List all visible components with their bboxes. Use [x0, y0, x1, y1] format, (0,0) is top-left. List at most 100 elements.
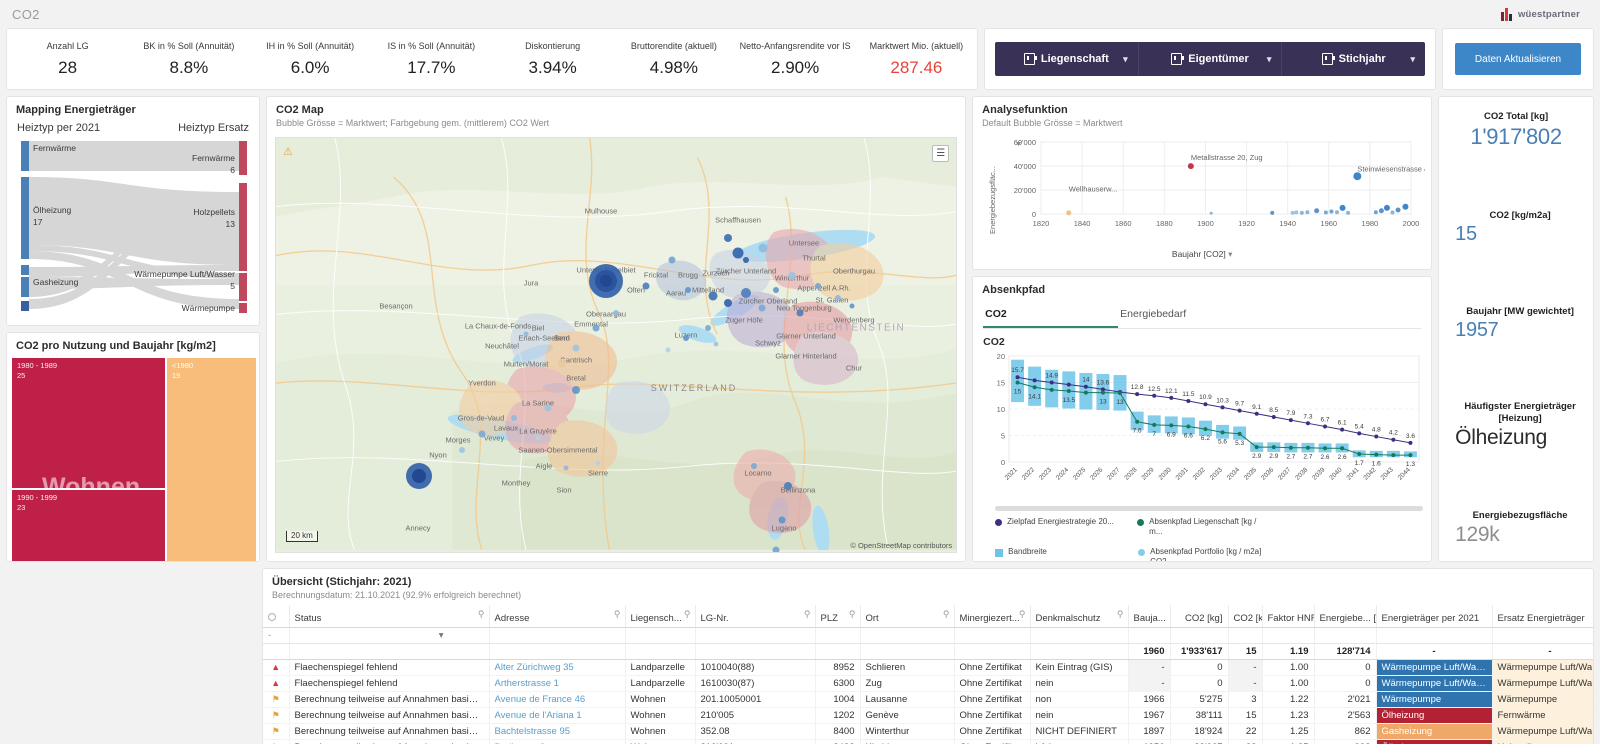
chevron-down-icon[interactable]: ▾ — [1410, 54, 1415, 65]
map-bubble[interactable] — [758, 304, 766, 312]
map-bubble[interactable] — [835, 295, 841, 301]
table-header-status[interactable]: Status ⚲ — [289, 605, 490, 628]
map-bubble[interactable] — [778, 516, 786, 524]
map-bubble[interactable] — [708, 291, 718, 301]
table-row[interactable]: ▲ Flaechenspiegel fehlend Artherstrasse 1L… — [263, 675, 1593, 692]
map-bubble[interactable] — [743, 257, 749, 263]
filter-cell[interactable] — [1376, 627, 1493, 644]
table-header-minergiezert-[interactable]: Minergiezert... ⚲ — [954, 605, 1031, 628]
map-canvas[interactable]: Mulhouse Besançon Jura Schaffhausen Untersee… — [275, 137, 958, 553]
map-bubble[interactable] — [705, 325, 711, 331]
filter-cell[interactable] — [489, 627, 626, 644]
table-row[interactable]: ⚑Berechnung teilweise auf Annahmen basie… — [263, 691, 1593, 708]
map-bubble[interactable] — [642, 282, 650, 290]
filter-cell[interactable] — [1228, 627, 1263, 644]
filter-stichjahr[interactable]: Stichjahr ▾ — [1282, 42, 1425, 76]
table-row[interactable]: ▲ Flaechenspiegel fehlend Alter Zürichweg … — [263, 659, 1593, 676]
map-bubble[interactable] — [772, 546, 780, 552]
map-bubble[interactable] — [788, 272, 796, 280]
select-all-radio[interactable] — [268, 612, 276, 621]
tab-energiebedarf[interactable]: Energiebedarf — [1118, 304, 1253, 328]
filter-eigentümer[interactable]: Eigentümer ▾ — [1139, 42, 1283, 76]
map-bubble[interactable] — [563, 465, 569, 471]
table-header-co2-kg-[interactable]: CO2 [kg/... — [1228, 605, 1263, 628]
table-header-bauja-[interactable]: Bauja... — [1128, 605, 1171, 628]
filter-cell[interactable] — [695, 627, 816, 644]
table-row[interactable]: ⚑Berechnung teilweise auf Annahmen basie… — [263, 707, 1593, 724]
table-header-ort[interactable]: Ort ⚲ — [860, 605, 955, 628]
filter-cell[interactable] — [1030, 627, 1129, 644]
map-bubble[interactable] — [713, 341, 719, 347]
map-bubble[interactable] — [600, 275, 612, 287]
map-bubble[interactable] — [741, 288, 751, 298]
map-bubble[interactable] — [595, 460, 601, 466]
map-bubble[interactable] — [758, 243, 768, 253]
map-bubble[interactable] — [572, 386, 580, 394]
filter-liegenschaft[interactable]: Liegenschaft ▾ — [995, 42, 1139, 76]
map-bubble[interactable] — [412, 469, 426, 483]
map-bubble[interactable] — [592, 324, 600, 332]
map-bubble[interactable] — [613, 310, 619, 316]
map-bubble[interactable] — [511, 415, 517, 421]
search-icon[interactable]: ⚲ — [804, 609, 811, 620]
map-menu-icon[interactable]: ☰ — [932, 145, 950, 162]
search-icon[interactable]: ⚲ — [614, 609, 621, 620]
table-header-col0[interactable] — [263, 605, 290, 628]
legend-item[interactable]: Absenkpfad Portfolio [kg / m2a] CO2 — [1138, 547, 1262, 561]
filter-cell[interactable] — [860, 627, 955, 644]
map-bubble[interactable] — [685, 287, 691, 293]
map-bubble[interactable] — [665, 347, 671, 353]
legend-item[interactable]: Zielpfad Energiestrategie 20... — [995, 517, 1119, 537]
filter-cell[interactable] — [625, 627, 696, 644]
map-bubble[interactable] — [773, 287, 779, 293]
table-header-energiebe-m2-[interactable]: Energiebe... [m2] — [1314, 605, 1377, 628]
filter-cell[interactable] — [954, 627, 1031, 644]
filter-cell[interactable] — [815, 627, 861, 644]
scatter-x-axis-label[interactable]: Baujahr [CO2] ▾ — [981, 249, 1423, 260]
filter-cell[interactable] — [1128, 627, 1171, 644]
treemap-tile[interactable]: 1980 - 1989 25 Wohnen — [11, 357, 166, 489]
map-bubble[interactable] — [751, 463, 757, 469]
table-scroll-area[interactable]: Status ⚲ Adresse ⚲ Liegensch... ⚲ LG-Nr. ⚲ PLZ ⚲ O… — [263, 605, 1593, 744]
filter-cell[interactable] — [1492, 627, 1593, 644]
map-bubble[interactable] — [796, 309, 804, 317]
search-icon[interactable]: ⚲ — [684, 609, 691, 620]
refresh-data-button[interactable]: Daten Aktualisieren — [1455, 43, 1581, 75]
table-header-co2-kg-[interactable]: CO2 [kg] — [1170, 605, 1229, 628]
scatter-chart[interactable]: 60'000 40'000 20'000 0 Metallstrasse 20, Zu… — [981, 132, 1431, 259]
filter-cell[interactable] — [1314, 627, 1377, 644]
table-header-ersatz-energieträger[interactable]: Ersatz Energieträger — [1492, 605, 1593, 628]
search-icon[interactable]: ⚲ — [478, 609, 485, 620]
filter-cell[interactable]: - — [263, 627, 290, 644]
map-bubble[interactable] — [557, 358, 567, 368]
map-bubble[interactable] — [459, 447, 465, 453]
map-bubble[interactable] — [544, 404, 552, 412]
chevron-down-icon[interactable]: ▾ — [1267, 54, 1272, 65]
table-header-denkmalschutz[interactable]: Denkmalschutz ⚲ — [1030, 605, 1129, 628]
search-icon[interactable]: ⚲ — [1117, 609, 1124, 620]
absenkpfad-chart[interactable]: 0 5 10 15 20 15.7 14.9 14 13.6 12.8 12.5 12.1 11.5 1… — [979, 350, 1425, 500]
search-icon[interactable]: ⚲ — [849, 609, 856, 620]
table-header-plz[interactable]: PLZ ⚲ — [815, 605, 861, 628]
map-bubble[interactable] — [683, 335, 689, 341]
filter-cell[interactable] — [1262, 627, 1315, 644]
absenkpfad-scrollbar[interactable] — [995, 506, 1424, 511]
map-bubble[interactable] — [724, 234, 732, 242]
map-bubble[interactable] — [572, 344, 580, 352]
table-header-adresse[interactable]: Adresse ⚲ — [489, 605, 626, 628]
map-bubble[interactable] — [668, 256, 676, 264]
map-bubble[interactable] — [784, 482, 792, 490]
table-row[interactable]: ⚑Berechnung teilweise auf Annahmen basie… — [263, 739, 1593, 744]
table-row[interactable]: ⚑Berechnung teilweise auf Annahmen basie… — [263, 723, 1593, 740]
map-bubble[interactable] — [535, 435, 541, 441]
table-header-lg-nr-[interactable]: LG-Nr. ⚲ — [695, 605, 816, 628]
search-icon[interactable]: ⚲ — [1019, 609, 1026, 620]
filter-cell[interactable]: ▾ — [289, 627, 490, 644]
table-filter-row[interactable]: - ▾ — [263, 627, 1593, 644]
filter-cell[interactable] — [1170, 627, 1229, 644]
chevron-down-icon[interactable]: ▾ — [1123, 54, 1128, 65]
treemap-tile[interactable]: 1990 - 1999 23 — [11, 489, 166, 561]
tab-co2[interactable]: CO2 — [983, 304, 1119, 328]
table-header-energieträger-per-2021[interactable]: Energieträger per 2021 — [1376, 605, 1493, 628]
map-bubble[interactable] — [724, 299, 732, 307]
